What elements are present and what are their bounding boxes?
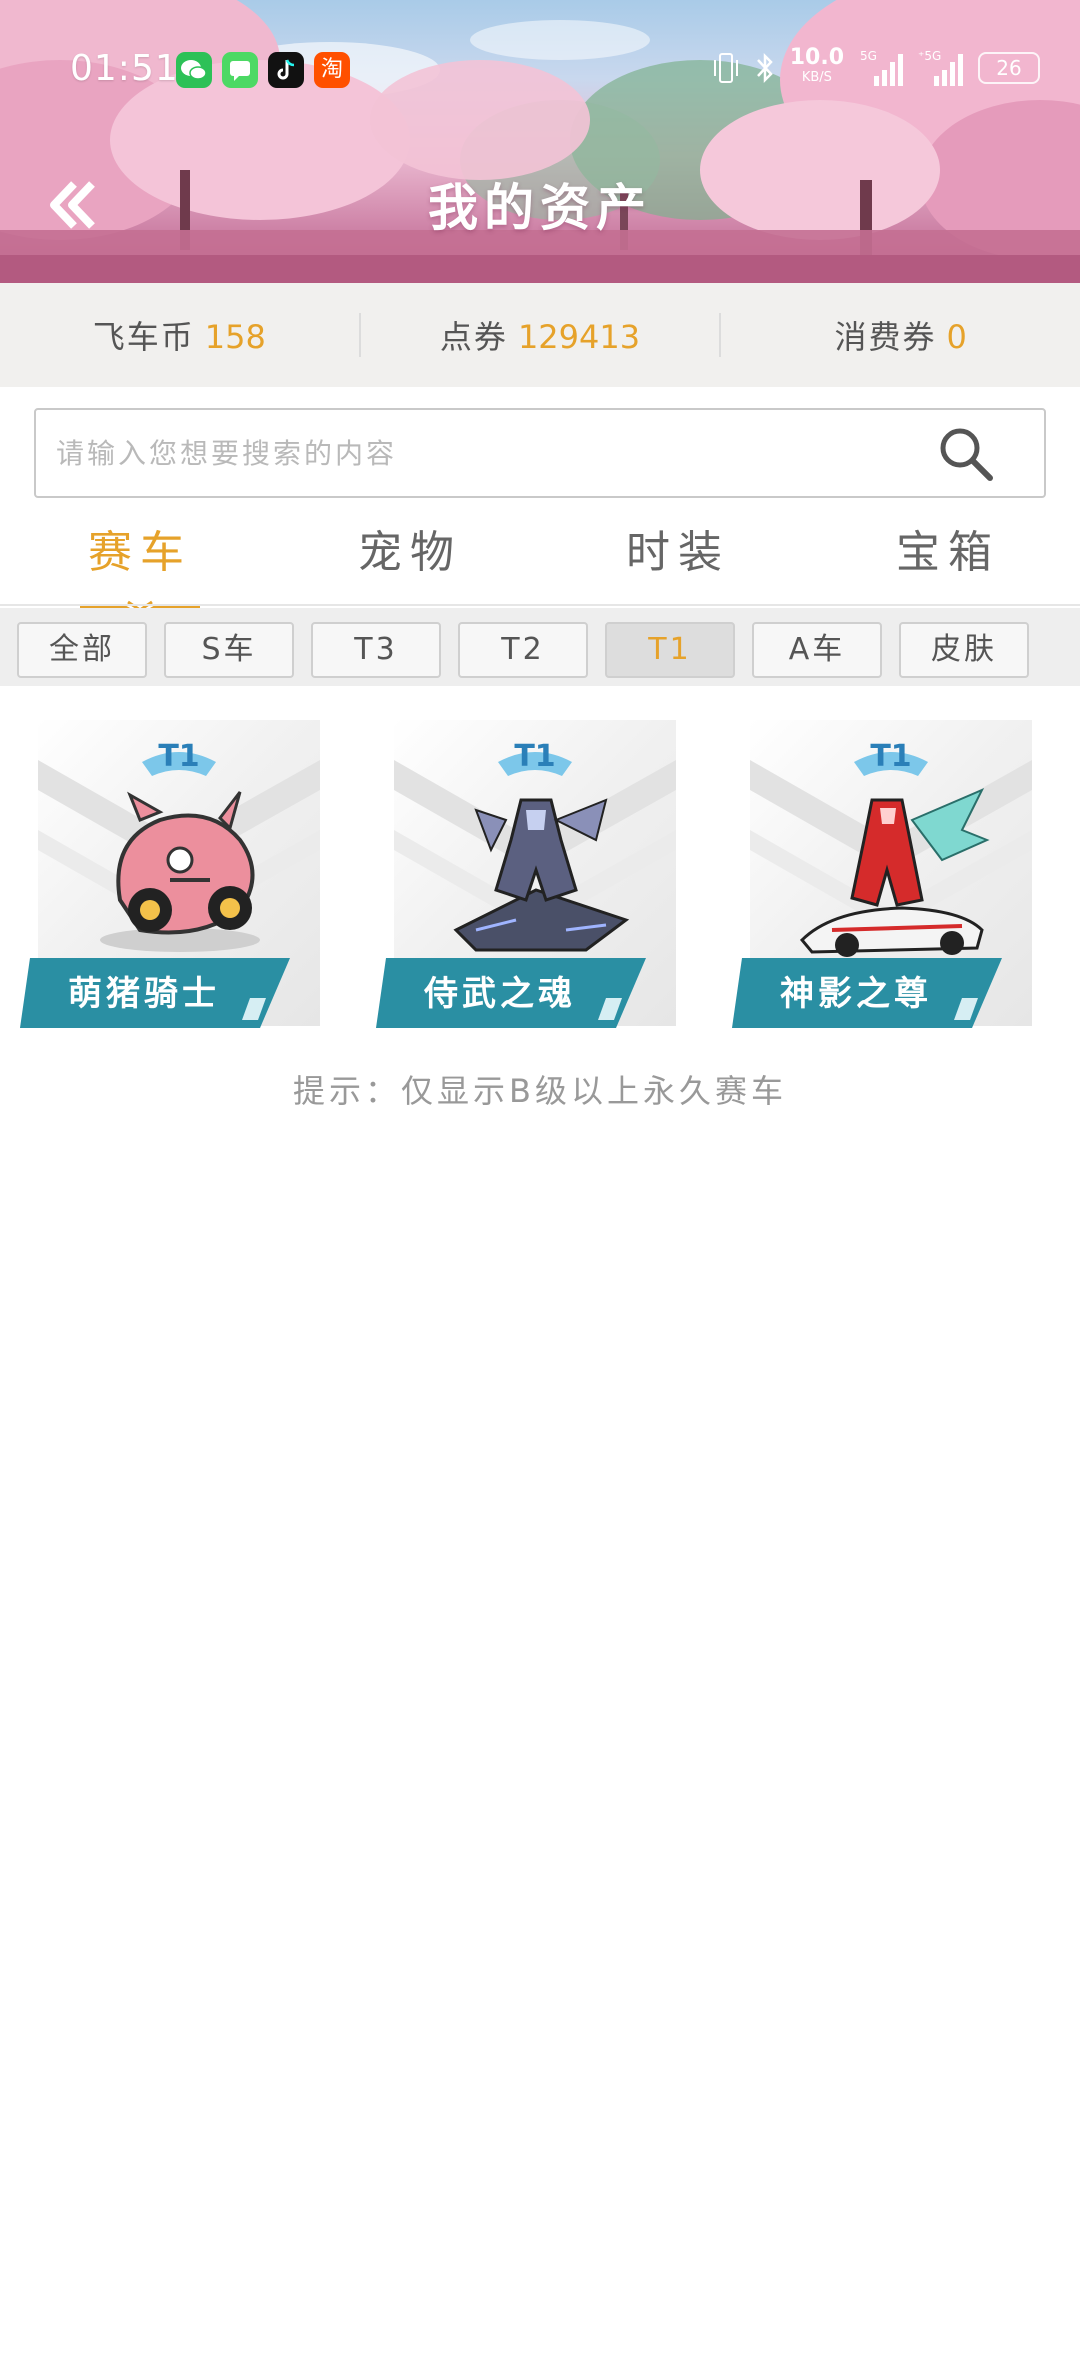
vehicle-name: 侍武之魂 [424, 974, 576, 1014]
signal-5g-icon-2: ⁺5G [918, 49, 963, 86]
page-title: 我的资产 [428, 178, 652, 237]
filter-t3[interactable]: T3 [311, 622, 441, 678]
currency-vouchers: 消费券 0 [721, 312, 1080, 358]
svg-text:T1: T1 [158, 739, 199, 774]
tiktok-icon [268, 52, 304, 88]
filter-all[interactable]: 全部 [17, 622, 147, 678]
currency-value: 129413 [517, 318, 641, 356]
vehicle-image [100, 791, 260, 952]
svg-text:T1: T1 [514, 739, 555, 774]
header-banner: 01:51 淘 10.0 KB/S 5G ⁺5G 26 我的资产 [0, 0, 1080, 283]
search-input[interactable] [56, 410, 936, 496]
filter-skins[interactable]: 皮肤 [899, 622, 1029, 678]
currency-label: 飞车币 [92, 318, 195, 356]
search-icon[interactable] [936, 424, 996, 484]
currency-value: 0 [946, 318, 967, 356]
vehicle-card[interactable]: T1 萌猪骑士 [20, 720, 320, 1028]
filter-a-car[interactable]: A车 [752, 622, 882, 678]
status-indicators: 10.0 KB/S 5G ⁺5G 26 [712, 46, 1040, 90]
battery-indicator: 26 [978, 52, 1040, 84]
tier-t1-badge: T1 [142, 739, 216, 776]
vehicle-image [799, 788, 990, 957]
vehicle-card[interactable]: T1 神影之尊 [732, 720, 1032, 1028]
filter-t2[interactable]: T2 [458, 622, 588, 678]
wechat-icon [176, 52, 212, 88]
tier-filter-bar: 全部 S车 T3 T2 T1 A车 皮肤 [0, 608, 1080, 686]
signal-5g-icon: 5G [860, 49, 903, 86]
vehicle-name: 神影之尊 [780, 974, 932, 1014]
svg-text:⁺5G: ⁺5G [918, 49, 941, 63]
currency-bar: 飞车币 158 点券 129413 消费券 0 [0, 283, 1080, 387]
filter-s-car[interactable]: S车 [164, 622, 294, 678]
tab-pets[interactable]: 宠物 [310, 516, 510, 580]
search-box [34, 408, 1046, 498]
tab-treasure-chests[interactable]: 宝箱 [848, 516, 1048, 580]
vehicle-name: 萌猪骑士 [68, 974, 220, 1014]
currency-value: 158 [204, 318, 266, 356]
currency-coins: 飞车币 158 [0, 312, 359, 358]
currency-points: 点券 129413 [361, 312, 720, 358]
tab-racing-cars[interactable]: 赛车 [40, 516, 240, 580]
taobao-icon: 淘 [314, 52, 350, 88]
bluetooth-icon [756, 52, 773, 84]
hint-text: 提示：仅显示B级以上永久赛车 [293, 1072, 787, 1110]
vehicle-image [453, 798, 630, 952]
messages-icon [222, 52, 258, 88]
status-time: 01:51 [70, 48, 179, 89]
vibrate-icon [713, 53, 738, 83]
vehicle-card[interactable]: T1 侍武之魂 [376, 720, 676, 1028]
status-bar: 01:51 淘 10.0 KB/S 5G ⁺5G 26 [0, 0, 1080, 140]
tabs-divider [0, 604, 1080, 606]
svg-text:T1: T1 [870, 739, 911, 774]
network-speed: 10.0 KB/S [789, 45, 844, 86]
filter-t1[interactable]: T1 [605, 622, 735, 678]
tab-outfits[interactable]: 时装 [578, 516, 778, 580]
currency-label: 消费券 [834, 318, 937, 356]
currency-label: 点券 [439, 318, 508, 356]
tier-t1-badge: T1 [498, 739, 572, 776]
category-tabs: 赛车 宠物 时装 宝箱 [0, 510, 1080, 618]
svg-text:5G: 5G [860, 49, 877, 63]
tier-t1-badge: T1 [854, 739, 928, 776]
